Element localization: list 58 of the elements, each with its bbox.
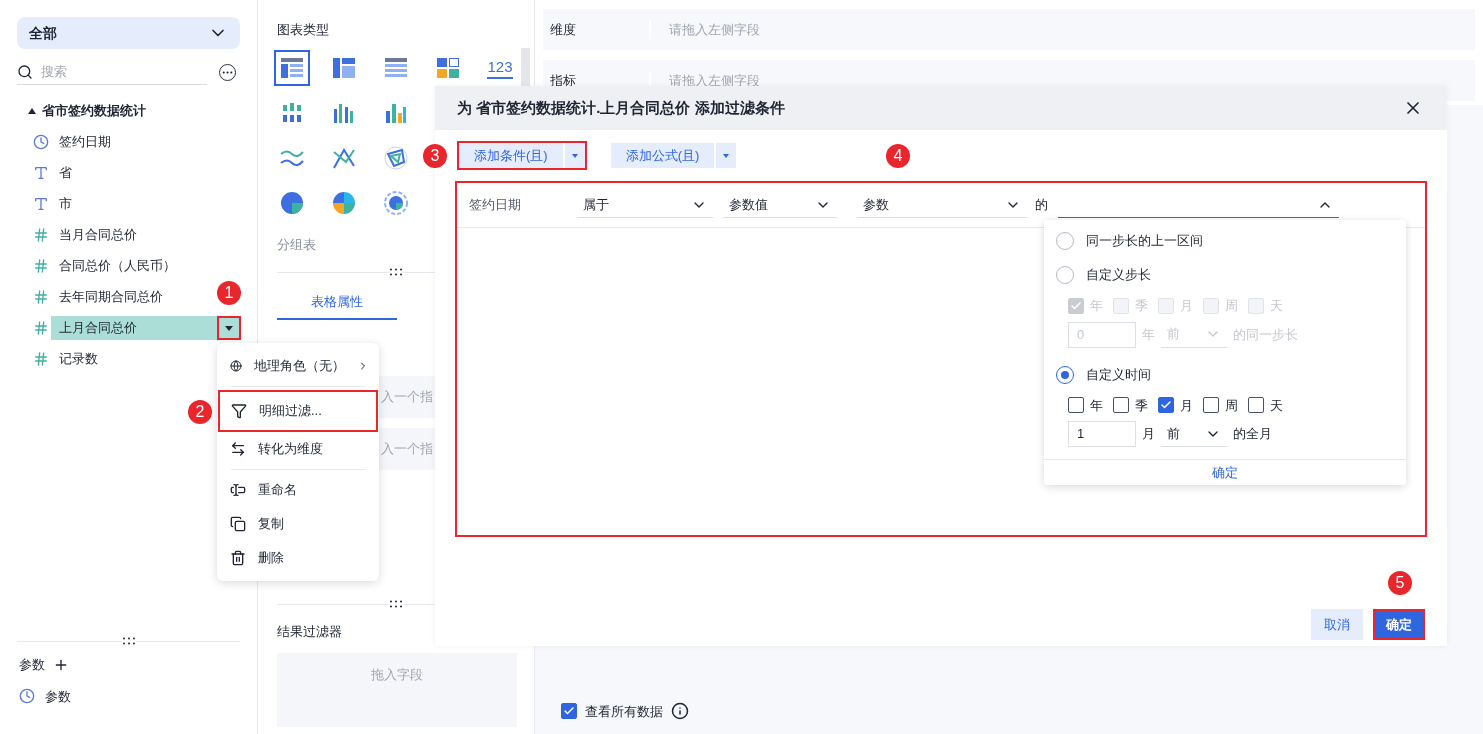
select-field[interactable]: 前 (1161, 421, 1227, 447)
radio-label[interactable]: 同一步长的上一区间 (1086, 231, 1203, 251)
number-input[interactable]: 1 (1068, 421, 1136, 447)
radio-label[interactable]: 自定义时间 (1086, 364, 1151, 385)
search-input[interactable]: 搜索 (41, 61, 191, 82)
checkbox-label: 月 (1180, 297, 1193, 315)
checkbox-label: 查看所有数据 (585, 702, 663, 721)
checkbox-label: 季 (1135, 297, 1148, 315)
unit-label: 年 (1142, 325, 1155, 344)
section-title: 结果过滤器 (277, 622, 342, 641)
step-number-badge: 2 (188, 400, 212, 424)
field-item[interactable]: 当月合同总价 (51, 223, 145, 247)
field-item[interactable]: 去年同期合同总价 (51, 285, 171, 309)
dialog-button[interactable]: 确定 (1373, 609, 1425, 640)
checkbox-label: 年 (1090, 297, 1103, 315)
dialog-title: 为 省市签约数据统计.上月合同总价 添加过滤条件 (457, 97, 785, 118)
param-item[interactable]: 参数 (45, 686, 71, 706)
checkbox-label: 天 (1270, 396, 1283, 415)
chart-type-button[interactable]: 123 (482, 49, 518, 86)
select-field[interactable]: 属于 (577, 192, 713, 218)
checkbox-label: 月 (1180, 396, 1193, 415)
dialog-button[interactable]: 取消 (1311, 609, 1363, 640)
field-item[interactable]: 市 (51, 192, 80, 216)
menu-item[interactable]: 明细过滤... (218, 390, 378, 432)
chart-type-name: 分组表 (277, 235, 316, 254)
search-field[interactable]: 搜索 (17, 59, 207, 85)
section-title: 图表类型 (277, 21, 329, 39)
menu-item[interactable]: 删除 (217, 541, 379, 575)
checkbox-label: 季 (1135, 396, 1148, 415)
scope-dropdown[interactable]: 全部 (17, 17, 240, 49)
step-number-badge: 1 (217, 281, 241, 305)
number-chart-label: 123 (487, 56, 513, 79)
checkbox-label: 年 (1090, 396, 1103, 415)
menu-item[interactable]: 转化为维度 (217, 432, 379, 466)
field-item[interactable]: 省 (51, 161, 80, 185)
select-field[interactable]: 参数值 (723, 192, 837, 218)
unit-label: 月 (1142, 425, 1155, 444)
menu-item[interactable]: 复制 (217, 507, 379, 541)
shelf-label: 维度 (543, 19, 651, 40)
field-item[interactable]: 记录数 (51, 347, 106, 371)
params-title: 参数 (19, 656, 45, 674)
checkbox-label: 天 (1270, 297, 1283, 315)
step-number-badge: 3 (423, 144, 447, 168)
field-item[interactable]: 上月合同总价 (51, 316, 217, 340)
field-item[interactable]: 合同总价（人民币） (51, 254, 184, 278)
suffix-label: 的全月 (1233, 425, 1272, 444)
dataset-title[interactable]: 省市签约数据统计 (42, 101, 146, 121)
of-label: 的 (1035, 196, 1048, 215)
popup-confirm-link[interactable]: 确定 (1212, 462, 1238, 483)
menu-item[interactable]: 地理角色（无） (217, 349, 379, 383)
checkbox-label: 周 (1225, 396, 1238, 415)
checkbox-label: 周 (1225, 297, 1238, 315)
menu-item[interactable]: 重命名 (217, 473, 379, 507)
condition-field: 签约日期 (469, 195, 567, 215)
add-split-button[interactable]: 添加条件(且) (457, 141, 587, 170)
select-field[interactable]: 参数 (857, 192, 1027, 218)
field-item[interactable]: 签约日期 (51, 130, 119, 154)
tab[interactable]: 表格属性 (277, 286, 397, 320)
